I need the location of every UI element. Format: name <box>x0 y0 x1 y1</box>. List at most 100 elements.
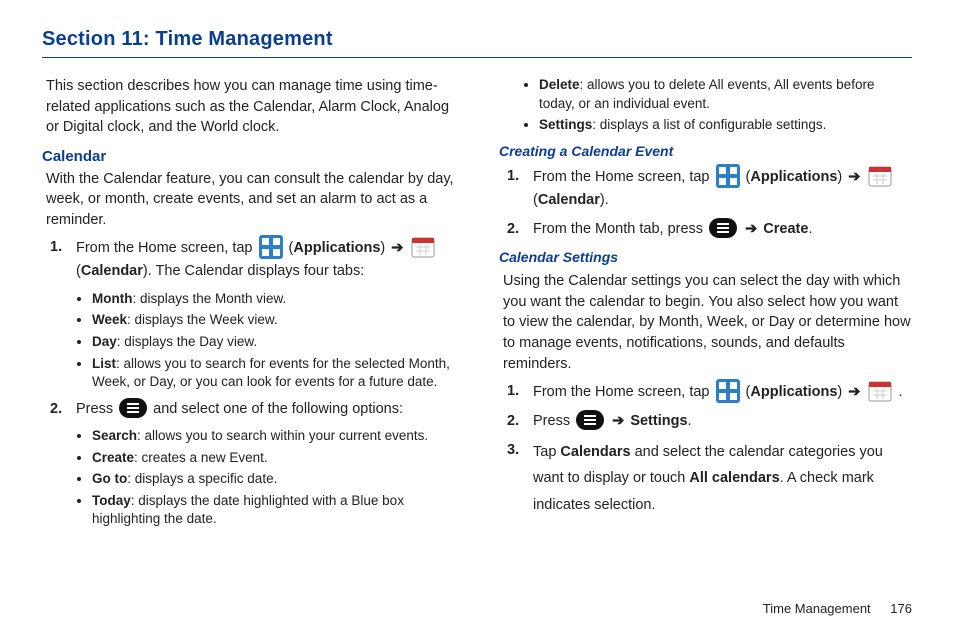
step-body: Tap Calendars and select the calendar ca… <box>533 439 912 517</box>
applications-icon <box>716 164 740 188</box>
calendars-label: Calendars <box>560 444 630 460</box>
step-body: Press ➔ Settings. <box>533 410 912 433</box>
list-item: Delete: allows you to delete All events,… <box>539 76 912 113</box>
text: . <box>808 221 812 237</box>
text: : displays the date highlighted with a B… <box>92 493 404 527</box>
list-item: Today: displays the date highlighted wit… <box>92 492 455 529</box>
list-item: Day: displays the Day view. <box>92 333 455 352</box>
list-item: Create: creates a new Event. <box>92 449 455 468</box>
step-body: From the Home screen, tap (Applications)… <box>533 380 912 404</box>
applications-label: Applications <box>750 169 837 185</box>
calendar-steps: 1. From the Home screen, tap (Applicatio… <box>42 236 455 283</box>
text: Tap <box>533 444 560 460</box>
text: : allows you to search for events for th… <box>92 356 450 390</box>
text: : allows you to search within your curre… <box>137 428 428 443</box>
step-number: 2. <box>507 218 533 241</box>
text: : displays a list of configurable settin… <box>592 117 826 132</box>
arrow-icon: ➔ <box>848 384 860 400</box>
menu-icon <box>709 218 737 238</box>
tab-name: Month <box>92 291 132 306</box>
page-number: 176 <box>890 601 912 616</box>
option-name: Search <box>92 428 137 443</box>
intro-text: This section describes how you can manag… <box>46 76 455 138</box>
list-item: 1. From the Home screen, tap (Applicatio… <box>507 165 912 212</box>
text: . <box>688 413 692 429</box>
text: ) <box>380 240 389 256</box>
page-footer: Time Management 176 <box>763 601 912 616</box>
calendar-heading: Calendar <box>42 148 455 165</box>
text: . <box>898 384 902 400</box>
columns: This section describes how you can manag… <box>42 76 912 535</box>
text: : displays the Week view. <box>127 312 278 327</box>
step-body: From the Home screen, tap (Applications)… <box>76 236 455 283</box>
settings-para: Using the Calendar settings you can sele… <box>503 271 912 374</box>
menu-icon <box>119 398 147 418</box>
applications-label: Applications <box>293 240 380 256</box>
list-item: 3. Tap Calendars and select the calendar… <box>507 439 912 517</box>
option-name: Delete <box>539 77 580 92</box>
footer-label: Time Management <box>763 601 871 616</box>
text: : displays the Month view. <box>132 291 286 306</box>
step-body: From the Home screen, tap (Applications)… <box>533 165 912 212</box>
creating-event-heading: Creating a Calendar Event <box>499 143 912 159</box>
step-number: 1. <box>507 380 533 404</box>
options-continued: Delete: allows you to delete All events,… <box>539 76 912 135</box>
step-number: 3. <box>507 439 533 517</box>
applications-label: Applications <box>750 384 837 400</box>
text: From the Month tab, press <box>533 221 707 237</box>
option-name: Create <box>92 450 134 465</box>
calendar-icon <box>868 379 892 403</box>
menu-icon <box>576 410 604 430</box>
tab-name: Week <box>92 312 127 327</box>
tab-name: Day <box>92 334 117 349</box>
calendar-icon <box>868 164 892 188</box>
list-item: List: allows you to search for events fo… <box>92 355 455 392</box>
list-item: Week: displays the Week view. <box>92 311 455 330</box>
text: Press <box>533 413 574 429</box>
step-body: Press and select one of the following op… <box>76 398 455 421</box>
applications-icon <box>259 235 283 259</box>
list-item: 2. From the Month tab, press ➔ Create. <box>507 218 912 241</box>
calendar-label: Calendar <box>538 192 600 208</box>
list-item: Month: displays the Month view. <box>92 290 455 309</box>
step-number: 2. <box>507 410 533 433</box>
option-name: Settings <box>539 117 592 132</box>
section-title: Section 11: Time Management <box>42 28 912 58</box>
step-number: 1. <box>50 236 76 283</box>
arrow-icon: ➔ <box>612 413 628 429</box>
arrow-icon: ➔ <box>848 169 860 185</box>
right-column: Delete: allows you to delete All events,… <box>499 76 912 535</box>
calendar-steps-2: 2. Press and select one of the following… <box>42 398 455 421</box>
text: : displays the Day view. <box>117 334 257 349</box>
text: From the Home screen, tap <box>76 240 257 256</box>
creating-steps: 1. From the Home screen, tap (Applicatio… <box>499 165 912 241</box>
tabs-list: Month: displays the Month view. Week: di… <box>92 290 455 392</box>
list-item: 1. From the Home screen, tap (Applicatio… <box>507 380 912 404</box>
list-item: 1. From the Home screen, tap (Applicatio… <box>50 236 455 283</box>
list-item: 2. Press and select one of the following… <box>50 398 455 421</box>
calendar-icon <box>411 235 435 259</box>
step-body: From the Month tab, press ➔ Create. <box>533 218 912 241</box>
arrow-icon: ➔ <box>391 240 403 256</box>
text: : displays a specific date. <box>127 471 277 486</box>
text: From the Home screen, tap <box>533 384 714 400</box>
option-name: Go to <box>92 471 127 486</box>
option-name: Today <box>92 493 131 508</box>
left-column: This section describes how you can manag… <box>42 76 455 535</box>
tab-name: List <box>92 356 116 371</box>
text: ). <box>600 192 609 208</box>
text: : creates a new Event. <box>134 450 268 465</box>
calendar-para: With the Calendar feature, you can consu… <box>46 169 455 231</box>
text: Press <box>76 401 117 417</box>
create-label: Create <box>763 221 808 237</box>
step-number: 1. <box>507 165 533 212</box>
applications-icon <box>716 379 740 403</box>
settings-steps: 1. From the Home screen, tap (Applicatio… <box>499 380 912 517</box>
text: From the Home screen, tap <box>533 169 714 185</box>
all-calendars-label: All calendars <box>689 470 779 486</box>
list-item: Search: allows you to search within your… <box>92 427 455 446</box>
text: ). The Calendar displays four tabs: <box>143 263 364 279</box>
list-item: 2. Press ➔ Settings. <box>507 410 912 433</box>
options-list: Search: allows you to search within your… <box>92 427 455 529</box>
calendar-label: Calendar <box>81 263 143 279</box>
